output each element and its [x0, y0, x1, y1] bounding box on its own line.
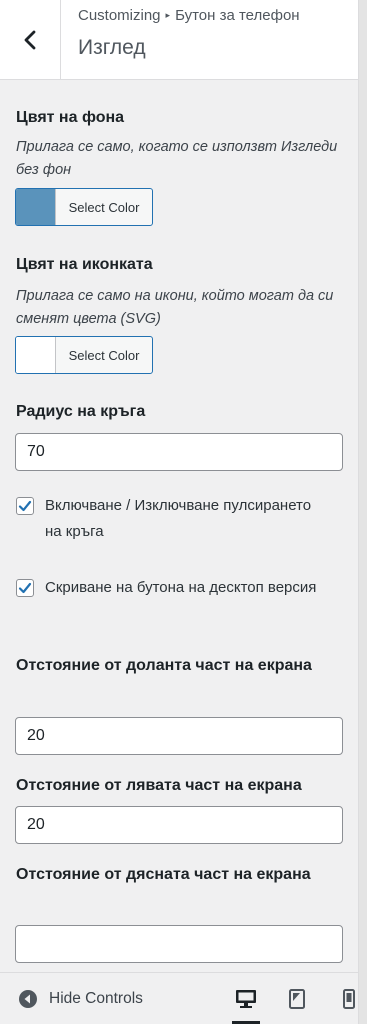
- icon-color-button-label: Select Color: [68, 347, 140, 363]
- mobile-icon: [343, 989, 355, 1009]
- collapse-arrow-icon: [19, 990, 37, 1008]
- tablet-icon: [289, 989, 305, 1009]
- offset-bottom-input[interactable]: [15, 717, 343, 755]
- breadcrumb: Customizing ▸ Бутон за телефон: [78, 7, 300, 24]
- back-button[interactable]: [0, 0, 61, 80]
- icon-color-label: Цвят на иконката: [16, 256, 153, 273]
- bg-color-button-label: Select Color: [68, 199, 140, 215]
- offset-left-input[interactable]: [15, 806, 343, 844]
- offset-right-label: Отстояние от дясната част на екрана: [16, 866, 311, 883]
- section-title: Изглед: [78, 36, 146, 59]
- radius-input[interactable]: [15, 433, 343, 471]
- chevron-left-icon: [24, 30, 36, 50]
- pulse-checkbox-label: Включване / Изключване пулсирането на кр…: [45, 497, 312, 540]
- bg-color-description: Прилага се само, когато се използвт Изгл…: [16, 139, 338, 178]
- hide-desktop-checkbox[interactable]: [16, 579, 34, 597]
- customizer-footer: Hide Controls: [0, 972, 358, 1024]
- bg-color-picker-button[interactable]: Select Color: [15, 188, 153, 226]
- preview-mobile-button[interactable]: [331, 973, 367, 1024]
- icon-color-picker-button[interactable]: Select Color: [15, 336, 153, 374]
- scrollbar-track[interactable]: [358, 0, 367, 1024]
- radius-label: Радиус на кръга: [16, 403, 146, 420]
- desktop-icon: [236, 990, 256, 1008]
- offset-bottom-label: Отстояние от доланта част на екрана: [16, 657, 312, 674]
- bg-color-label: Цвят на фона: [16, 109, 125, 126]
- breadcrumb-panel: Бутон за телефон: [175, 7, 300, 24]
- hide-desktop-checkbox-label: Скриване на бутона на десктоп версия: [45, 579, 317, 596]
- checkmark-icon: [18, 582, 32, 594]
- icon-color-description: Прилага се само на икони, който могат да…: [16, 288, 334, 327]
- preview-desktop-button[interactable]: [228, 973, 264, 1024]
- hide-desktop-checkbox-row[interactable]: Скриване на бутона на десктоп версия: [16, 575, 346, 601]
- breadcrumb-root: Customizing: [78, 7, 161, 24]
- offset-left-label: Отстояние от лявата част на екрана: [16, 777, 302, 794]
- pulse-checkbox[interactable]: [16, 497, 34, 515]
- icon-color-swatch: [16, 337, 56, 373]
- bg-color-swatch: [16, 189, 56, 225]
- checkmark-icon: [18, 500, 32, 512]
- hide-controls-button[interactable]: Hide Controls: [18, 973, 143, 1024]
- offset-right-input[interactable]: [15, 925, 343, 963]
- hide-controls-label: Hide Controls: [49, 990, 143, 1007]
- breadcrumb-separator: ▸: [165, 10, 171, 20]
- pulse-checkbox-row[interactable]: Включване / Изключване пулсирането на кр…: [16, 493, 346, 545]
- preview-tablet-button[interactable]: [279, 973, 315, 1024]
- panel-header: Customizing ▸ Бутон за телефон Изглед: [0, 0, 358, 80]
